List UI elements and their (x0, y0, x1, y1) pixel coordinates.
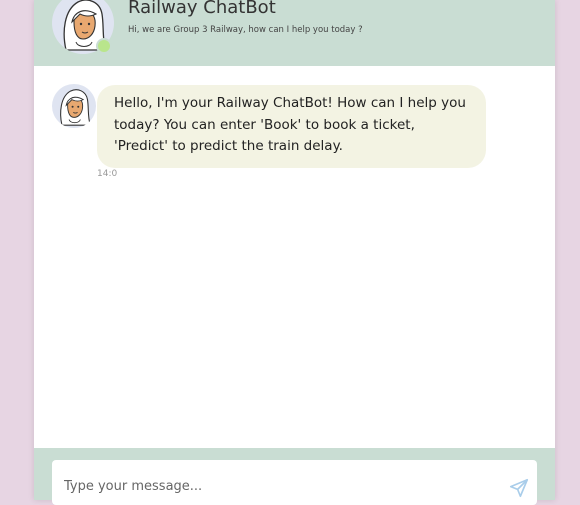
message-avatar (52, 84, 96, 128)
chat-subtitle: Hi, we are Group 3 Railway, how can I he… (128, 25, 363, 35)
chat-window: Railway ChatBot Hi, we are Group 3 Railw… (34, 0, 555, 505)
bot-message-bubble: Hello, I'm your Railway ChatBot! How can… (97, 85, 486, 168)
message-input[interactable] (62, 473, 486, 499)
message-input-container (52, 460, 537, 505)
woman-avatar-icon (60, 89, 92, 126)
composer-bar (34, 448, 555, 505)
online-status-dot (96, 38, 112, 54)
chat-header: Railway ChatBot Hi, we are Group 3 Railw… (34, 0, 555, 66)
send-icon (509, 478, 529, 498)
send-button[interactable] (508, 477, 530, 499)
message-timestamp: 14:0 (97, 169, 118, 179)
chat-title: Railway ChatBot (128, 0, 276, 18)
